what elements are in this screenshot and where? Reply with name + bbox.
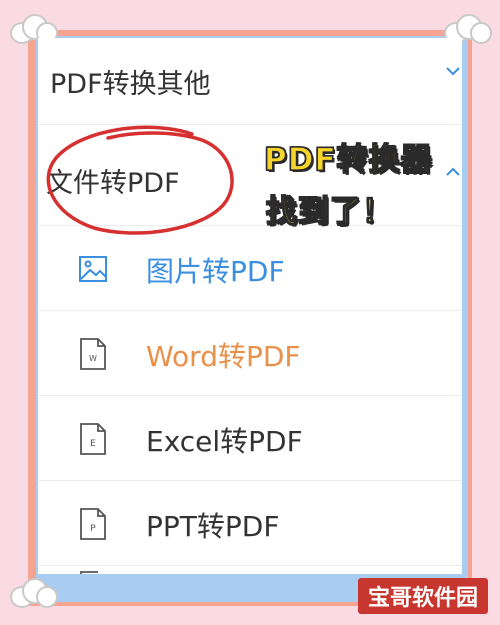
highlight-circle-annotation [46,125,234,235]
menu-item-label: Excel转PDF [146,425,303,458]
ppt-file-icon: P [80,508,106,540]
menu-item-word-to-pdf[interactable]: W Word转PDF [38,311,462,396]
overlay-title-line1: PDF转换器 [263,141,433,178]
svg-text:E: E [90,439,96,449]
menu-item-ppt-to-pdf[interactable]: P PPT转PDF [38,481,462,566]
menu-item-image-to-pdf[interactable]: 图片转PDF [38,226,462,311]
menu-item-label: PPT转PDF [146,510,280,543]
menu-item-excel-to-pdf[interactable]: E Excel转PDF [38,396,462,481]
menu-item-label: 图片转PDF [146,255,285,288]
site-watermark: 宝哥软件园 [358,578,488,614]
excel-file-icon: E [80,423,106,455]
menu-section-pdf-to-other[interactable]: PDF转换其他 [38,38,462,125]
menu-item-label: Word转PDF [146,340,301,373]
cloud-decoration-bottom-left [10,578,58,608]
chevron-up-icon [446,167,460,176]
word-file-icon: W [80,338,106,370]
menu-section-label: PDF转换其他 [50,69,211,100]
image-icon [79,256,107,282]
svg-text:P: P [90,524,96,534]
overlay-title-line2: 找到了！ [265,193,394,230]
svg-text:W: W [89,354,97,363]
file-icon [80,571,98,574]
pdf-menu-panel: PDF转换其他 文件转PDF 图片转PDF W Word转PDF E Excel… [38,38,462,574]
chevron-down-icon [446,67,460,76]
